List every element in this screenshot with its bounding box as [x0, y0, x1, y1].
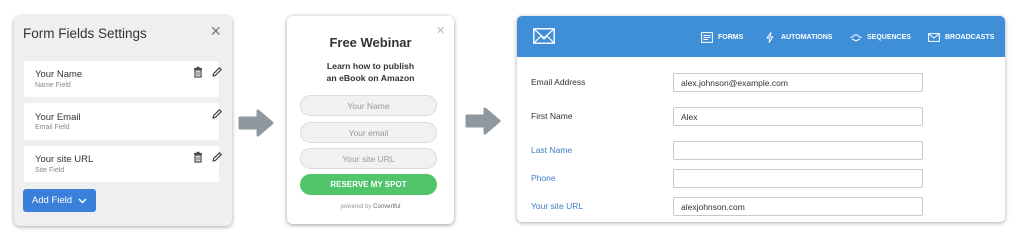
nav-broadcasts[interactable]: BROADCASTS: [928, 32, 994, 43]
arrow-right-icon: [238, 109, 274, 137]
phone-field[interactable]: [673, 169, 923, 188]
pencil-icon[interactable]: [211, 151, 223, 163]
phone-label: Phone: [531, 173, 556, 183]
nav-broadcasts-label: BROADCASTS: [945, 34, 995, 41]
panel-title: Form Fields Settings: [23, 26, 147, 41]
site-url-input[interactable]: Your site URL: [300, 148, 437, 169]
chevron-down-icon: [78, 198, 87, 203]
field-card-email[interactable]: Your Email Email Field: [24, 103, 222, 140]
trash-icon[interactable]: [192, 151, 204, 163]
nav-forms-label: FORMS: [718, 34, 744, 41]
last-name-field[interactable]: [673, 141, 923, 160]
field-type: Email Field: [35, 124, 70, 131]
field-card-site-url[interactable]: Your site URL Site Field: [24, 146, 222, 182]
subscriber-form-panel: FORMS AUTOMATIONS SEQUENCES BROADCASTS E…: [517, 16, 1005, 222]
popup-subtitle: Learn how to publish an eBook on Amazon: [287, 60, 454, 84]
email-address-label: Email Address: [531, 77, 586, 87]
arrow-right-icon: [465, 107, 501, 135]
name-input[interactable]: Your Name: [300, 95, 437, 116]
form-fields-settings-panel: Form Fields Settings × Your Name Name Fi…: [14, 16, 232, 226]
powered-by-text: powered by: [340, 204, 372, 210]
field-card-name[interactable]: Your Name Name Field: [24, 61, 222, 97]
add-field-button[interactable]: Add Field: [23, 189, 96, 212]
pencil-icon[interactable]: [211, 66, 223, 78]
trash-icon[interactable]: [192, 66, 204, 78]
field-label: Your Name: [35, 69, 83, 80]
nav-sequences[interactable]: SEQUENCES: [850, 32, 911, 43]
lightning-icon: [766, 32, 774, 43]
powered-by: powered by Convertful: [287, 204, 454, 210]
nav-forms[interactable]: FORMS: [701, 32, 743, 43]
pencil-icon[interactable]: [211, 108, 223, 120]
last-name-label: Last Name: [531, 145, 573, 155]
sequences-icon: [850, 33, 862, 42]
field-type: Site Field: [35, 167, 65, 174]
nav-sequences-label: SEQUENCES: [867, 34, 911, 41]
first-name-field[interactable]: Alex: [673, 107, 923, 126]
first-name-label: First Name: [531, 111, 573, 121]
popup-title: Free Webinar: [329, 35, 412, 50]
envelope-icon: [928, 33, 940, 42]
webinar-popup: × Free Webinar Learn how to publish an e…: [287, 16, 454, 224]
field-label: Your Email: [35, 112, 81, 123]
reserve-spot-button[interactable]: RESERVE MY SPOT: [300, 174, 437, 195]
email-address-field[interactable]: alex.johnson@example.com: [673, 73, 923, 92]
site-url-label: Your site URL: [531, 201, 584, 211]
field-type: Name Field: [35, 82, 71, 89]
top-navbar: FORMS AUTOMATIONS SEQUENCES BROADCASTS: [517, 16, 1005, 57]
nav-automations-label: AUTOMATIONS: [781, 34, 833, 41]
nav-automations[interactable]: AUTOMATIONS: [764, 32, 832, 43]
close-icon[interactable]: ×: [210, 22, 221, 40]
workflow-illustration: Form Fields Settings × Your Name Name Fi…: [0, 0, 1024, 245]
forms-icon: [701, 32, 713, 43]
popup-subtitle-line2: an eBook on Amazon: [326, 73, 415, 83]
site-url-field[interactable]: alexjohnson.com: [673, 197, 923, 216]
add-field-label: Add Field: [31, 195, 73, 206]
popup-subtitle-line1: Learn how to publish: [326, 61, 415, 71]
field-label: Your site URL: [35, 154, 94, 165]
mail-logo-icon[interactable]: [533, 28, 555, 44]
email-input[interactable]: Your email: [300, 122, 437, 143]
brand-name[interactable]: Convertful: [373, 204, 400, 210]
